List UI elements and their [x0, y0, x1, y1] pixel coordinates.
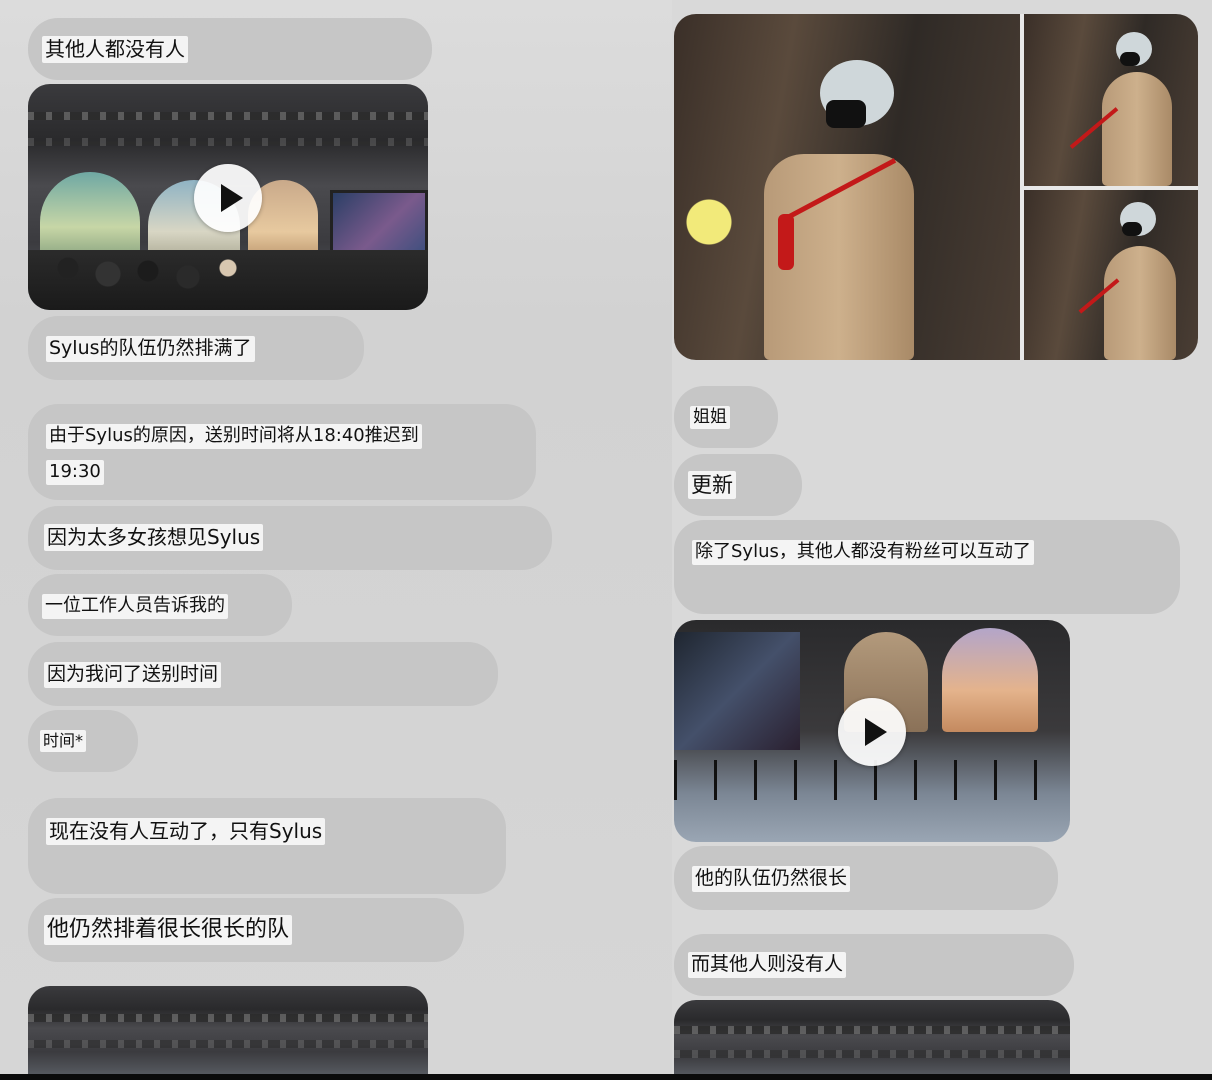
message-text: 时间* [40, 730, 87, 752]
message-text: 现在没有人互动了，只有Sylus [46, 818, 326, 845]
message-bubble: 时间* [28, 710, 138, 772]
message-bubble: 因为我问了送别时间 [28, 642, 498, 706]
message-bubble: 一位工作人员告诉我的 [28, 574, 292, 636]
photo-collage[interactable] [674, 14, 1198, 360]
message-text: 其他人都没有人 [42, 36, 188, 63]
message-bubble: 因为太多女孩想见Sylus [28, 506, 552, 570]
message-text: 一位工作人员告诉我的 [42, 594, 228, 619]
right-chat-column: 姐姐 更新 除了Sylus，其他人都没有粉丝可以互动了 他的队伍仍然很长 而其他… [672, 0, 1212, 1080]
play-icon[interactable] [838, 698, 906, 766]
message-text: 姐姐 [690, 406, 730, 430]
message-bubble: 而其他人则没有人 [674, 934, 1074, 996]
message-bubble: 现在没有人互动了，只有Sylus [28, 798, 506, 894]
message-bubble: Sylus的队伍仍然排满了 [28, 316, 364, 380]
message-text: 更新 [688, 471, 736, 500]
display-screen [674, 632, 800, 750]
left-chat-column: 其他人都没有人 Sylus的队伍仍然排满了 由于Sylus的原因，送别时间将从1… [0, 0, 672, 1080]
message-text: 除了Sylus，其他人都没有粉丝可以互动了 [692, 540, 1034, 565]
play-icon[interactable] [194, 164, 262, 232]
video-thumbnail[interactable] [674, 1000, 1070, 1080]
message-bubble: 更新 [674, 454, 802, 516]
message-text: 他仍然排着很长很长的队 [44, 915, 293, 945]
message-text: 由于Sylus的原因，送别时间将从18:40推迟到 [46, 424, 422, 449]
video-thumbnail[interactable] [28, 84, 428, 310]
message-bubble: 姐姐 [674, 386, 778, 448]
message-text: Sylus的队伍仍然排满了 [46, 336, 255, 362]
message-text: 而其他人则没有人 [688, 952, 847, 978]
message-bubble: 除了Sylus，其他人都没有粉丝可以互动了 [674, 520, 1180, 614]
message-text: 19:30 [46, 460, 104, 485]
photo-top-right[interactable] [1024, 14, 1198, 186]
message-text: 因为太多女孩想见Sylus [44, 524, 264, 551]
message-bubble: 其他人都没有人 [28, 18, 432, 80]
video-thumbnail[interactable] [674, 620, 1070, 842]
message-text: 他的队伍仍然很长 [692, 866, 851, 892]
bottom-edge [0, 1074, 1212, 1080]
message-bubble: 他仍然排着很长很长的队 [28, 898, 464, 962]
photo-main[interactable] [674, 14, 1020, 360]
photo-bottom-right[interactable] [1024, 190, 1198, 360]
video-thumbnail[interactable] [28, 986, 428, 1080]
message-bubble: 他的队伍仍然很长 [674, 846, 1058, 910]
message-bubble: 由于Sylus的原因，送别时间将从18:40推迟到 19:30 [28, 404, 536, 500]
message-text: 因为我问了送别时间 [44, 662, 222, 688]
mural-arch [942, 628, 1038, 732]
